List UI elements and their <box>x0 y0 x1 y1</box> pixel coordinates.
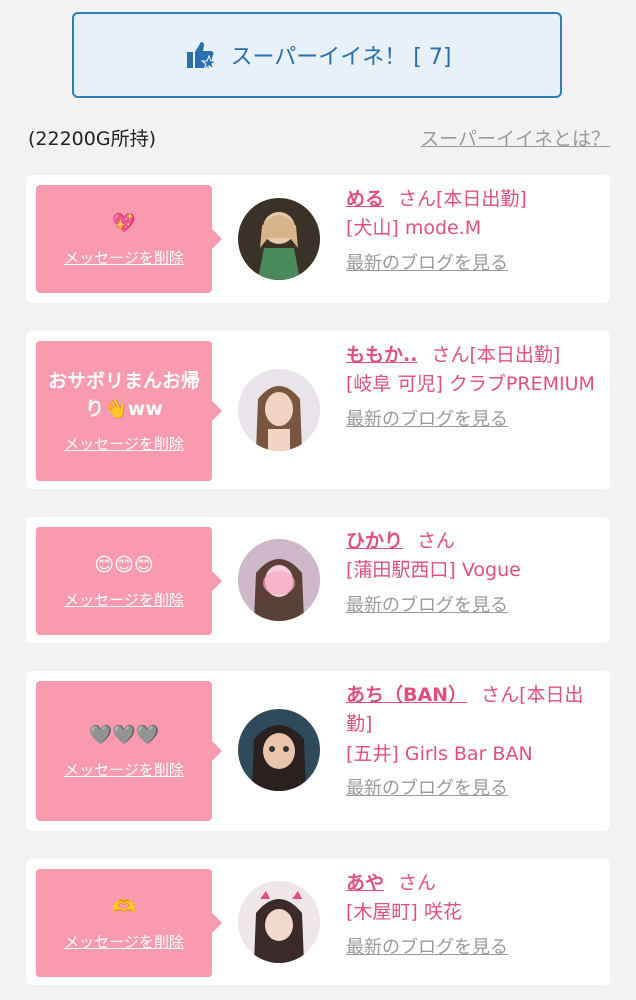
message-bubble: 😊😊😊 メッセージを削除 <box>36 527 222 635</box>
delete-message-link[interactable]: メッセージを削除 <box>64 931 184 952</box>
cast-name-link[interactable]: ももか.. <box>346 344 417 366</box>
cast-suffix: さん <box>417 530 456 552</box>
what-is-super-like-link[interactable]: スーパーイイネとは？ <box>420 124 610 151</box>
cast-suffix: さん[本日出勤] <box>398 188 527 210</box>
delete-message-link[interactable]: メッセージを削除 <box>64 247 184 268</box>
cast-suffix: さん[本日出勤] <box>431 344 561 366</box>
avatar[interactable] <box>238 881 320 963</box>
message-bubble: おサボリまんお帰り👋ww メッセージを削除 <box>36 341 222 481</box>
cast-name-link[interactable]: あや <box>346 872 384 894</box>
message-text: 🫶 <box>112 895 136 918</box>
list-item: 😊😊😊 メッセージを削除 ひかり さん [蒲田駅西口] Vogue 最新のブログを… <box>26 517 610 643</box>
avatar[interactable] <box>238 198 320 280</box>
message-text: 😊😊😊 <box>94 553 154 576</box>
message-bubble: 💖 メッセージを削除 <box>36 185 222 293</box>
avatar[interactable] <box>238 539 320 621</box>
thumbs-up-star-icon <box>186 42 217 71</box>
latest-blog-link[interactable]: 最新のブログを見る <box>346 406 600 434</box>
list-item: おサボリまんお帰り👋ww メッセージを削除 ももか.. さん[本日出勤] [岐阜 … <box>26 331 610 489</box>
message-text: おサボリまんお帰り👋ww <box>47 369 200 420</box>
cast-name-link[interactable]: あち（BAN） <box>346 684 467 706</box>
owned-points: (22200G所持) <box>28 128 156 150</box>
super-like-label: スーパーイイネ！ [ 7] <box>230 45 452 70</box>
cast-suffix: さん <box>398 872 437 894</box>
cast-name-link[interactable]: ひかり <box>346 530 403 552</box>
message-text: 💖 <box>112 211 136 234</box>
shop-link[interactable]: [岐阜 可児] クラブPREMIUM <box>346 373 595 395</box>
cast-name-link[interactable]: める <box>346 188 384 210</box>
latest-blog-link[interactable]: 最新のブログを見る <box>346 775 600 803</box>
message-text: 🩶🩶🩶 <box>88 723 160 746</box>
shop-link[interactable]: [犬山] mode.M <box>346 217 481 239</box>
latest-blog-link[interactable]: 最新のブログを見る <box>346 592 600 620</box>
avatar[interactable] <box>238 369 320 451</box>
shop-link[interactable]: [木屋町] 咲花 <box>346 901 462 923</box>
message-bubble: 🫶 メッセージを削除 <box>36 869 222 977</box>
list-item: 🫶 メッセージを削除 あや さん [木屋町] 咲花 最新のブログを見る <box>26 859 610 985</box>
delete-message-link[interactable]: メッセージを削除 <box>64 759 184 780</box>
list-item: 💖 メッセージを削除 める さん[本日出勤] [犬山] mode.M 最新のブログ… <box>26 175 610 303</box>
shop-link[interactable]: [蒲田駅西口] Vogue <box>346 559 521 581</box>
avatar[interactable] <box>238 709 320 791</box>
super-like-button[interactable]: スーパーイイネ！ [ 7] <box>72 12 562 98</box>
latest-blog-link[interactable]: 最新のブログを見る <box>346 934 600 962</box>
delete-message-link[interactable]: メッセージを削除 <box>64 589 184 610</box>
latest-blog-link[interactable]: 最新のブログを見る <box>346 250 600 278</box>
delete-message-link[interactable]: メッセージを削除 <box>64 433 184 454</box>
message-bubble: 🩶🩶🩶 メッセージを削除 <box>36 681 222 821</box>
list-item: 🩶🩶🩶 メッセージを削除 あち（BAN） さん[本日出勤] [五井] Girls … <box>26 671 610 831</box>
shop-link[interactable]: [五井] Girls Bar BAN <box>346 743 533 765</box>
